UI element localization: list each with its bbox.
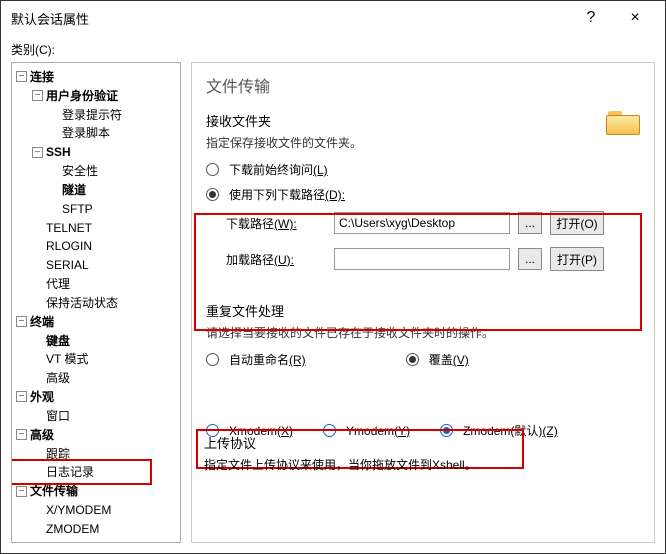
tree-keyboard[interactable]: 键盘 [32,331,178,350]
tree-user-auth[interactable]: −用户身份验证 [32,86,178,105]
help-button[interactable]: ? [569,3,613,33]
duplicate-head: 重复文件处理 [206,301,640,320]
tree-vt-mode[interactable]: VT 模式 [32,349,178,368]
upload-proto-desc: 指定文件上传协议来使用，当你拖放文件到Xshell。 [204,456,516,473]
close-button[interactable]: × [613,3,657,33]
tree-rlogin[interactable]: RLOGIN [32,236,178,255]
radio-icon [206,188,219,201]
tree-terminal[interactable]: −终端 [16,312,178,331]
tree-logging[interactable]: 日志记录 [32,462,178,481]
tree-login-script[interactable]: 登录脚本 [48,123,178,142]
radio-icon [206,353,219,366]
collapse-icon[interactable]: − [16,429,27,440]
tree-file-transfer[interactable]: −文件传输 [16,481,178,500]
tree-sftp[interactable]: SFTP [48,199,178,218]
download-open-button[interactable]: 打开(O) [550,211,604,235]
download-browse-button[interactable]: ... [518,212,542,234]
upload-proto-head: 上传协议 [204,433,516,452]
duplicate-desc: 请选择当要接收的文件已存在于接收文件夹时的操作。 [206,324,640,341]
radio-overwrite[interactable]: 覆盖(V) [406,351,469,368]
dialog-body: 类别(C): −连接 −用户身份验证 [1,35,665,553]
recv-folder-desc: 指定保存接收文件的文件夹。 [206,134,640,151]
tree-advanced2[interactable]: −高级 [16,425,178,444]
folder-icon [606,107,640,135]
tree-trace[interactable]: 跟踪 [32,444,178,463]
load-open-button[interactable]: 打开(P) [550,247,604,271]
collapse-icon[interactable]: − [16,391,27,402]
recv-folder-head: 接收文件夹 [206,111,640,130]
radio-always-ask[interactable]: 下载前始终询问(L) [206,161,640,178]
download-path-input[interactable] [334,212,510,234]
radio-use-download-path[interactable]: 使用下列下载路径(D): [206,186,640,203]
collapse-icon[interactable]: − [32,90,43,101]
collapse-icon[interactable]: − [16,71,27,82]
radio-auto-rename[interactable]: 自动重命名(R) [206,351,306,368]
tree-keepalive[interactable]: 保持活动状态 [32,293,178,312]
collapse-icon[interactable]: − [16,316,27,327]
tree-serial[interactable]: SERIAL [32,255,178,274]
highlight-upload-protocol: 上传协议 指定文件上传协议来使用，当你拖放文件到Xshell。 [196,429,524,469]
radio-icon [206,163,219,176]
tree-proxy[interactable]: 代理 [32,274,178,293]
tree-zmodem[interactable]: ZMODEM [32,519,178,538]
tree-security[interactable]: 安全性 [48,161,178,180]
tree-telnet[interactable]: TELNET [32,218,178,237]
panel-title: 文件传输 [206,73,640,97]
window-title: 默认会话属性 [11,9,569,28]
collapse-icon[interactable]: − [16,486,27,497]
tree-xymodem[interactable]: X/YMODEM [32,500,178,519]
collapse-icon[interactable]: − [32,147,43,158]
download-path-label: 下载路径(W): [226,215,326,232]
load-browse-button[interactable]: ... [518,248,542,270]
dialog-window: 默认会话属性 ? × 类别(C): −连接 [0,0,666,554]
tree-ssh[interactable]: −SSH [32,142,178,161]
category-label: 类别(C): [11,41,655,58]
load-path-label: 加载路径(U): [226,251,326,268]
titlebar: 默认会话属性 ? × [1,1,665,35]
tree-connect[interactable]: −连接 [16,67,178,86]
tree-tunnel[interactable]: 隧道 [48,180,178,199]
tree-window[interactable]: 窗口 [32,406,178,425]
tree-appearance[interactable]: −外观 [16,387,178,406]
settings-panel: 文件传输 接收文件夹 指定保存接收文件的文件夹。 下载前始终询问(L) 使用下列… [191,62,655,543]
category-tree[interactable]: −连接 −用户身份验证 登录提示符 登录脚本 [11,62,181,543]
radio-icon [406,353,419,366]
tree-advanced[interactable]: 高级 [32,368,178,387]
load-path-input[interactable] [334,248,510,270]
tree-login-prompt[interactable]: 登录提示符 [48,105,178,124]
